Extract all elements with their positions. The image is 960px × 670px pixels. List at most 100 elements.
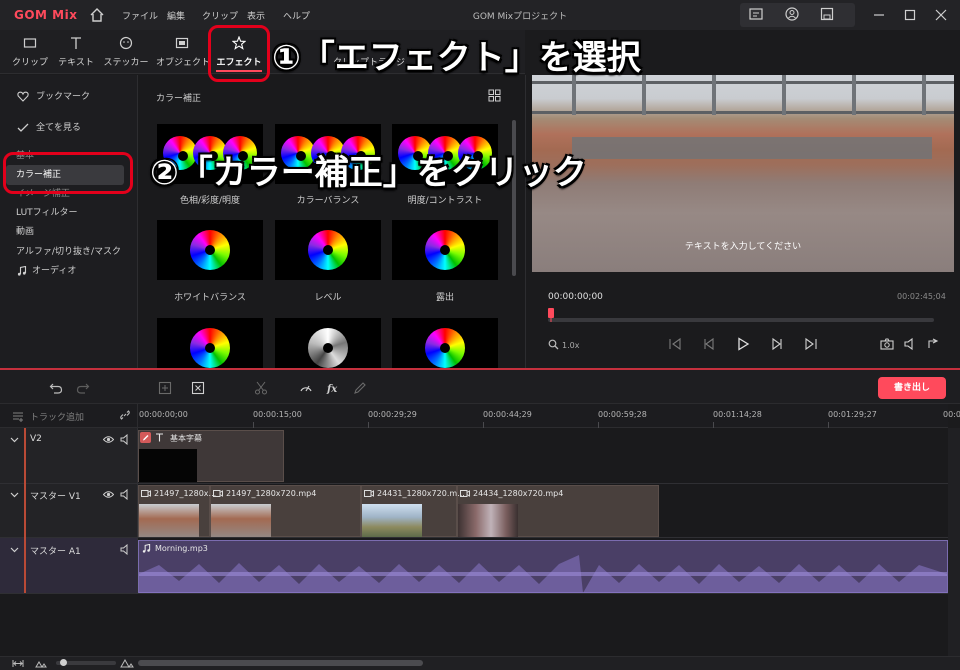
timeline-playhead[interactable]: [24, 428, 26, 593]
category-bookmark[interactable]: ブックマーク: [0, 87, 138, 107]
effect-caption: ホワイトバランス: [174, 293, 246, 303]
ruler-tick: 00:00:44;29: [483, 410, 532, 419]
speed-icon[interactable]: [299, 381, 313, 395]
color-wheel-icon: [190, 230, 230, 270]
grid-title: カラー補正: [156, 94, 202, 104]
effect-thumbnail[interactable]: [275, 318, 381, 368]
tab-sticker[interactable]: ステッカー: [100, 30, 152, 74]
add-track-label[interactable]: トラック追加: [30, 410, 84, 423]
undo-icon[interactable]: [49, 381, 63, 395]
timeline-vscrollbar[interactable]: [948, 428, 960, 656]
ruler-tick: 00:00:00;00: [139, 410, 188, 419]
effect-caption: レベル: [314, 293, 342, 303]
text-icon: [156, 433, 163, 442]
edit-pen-icon[interactable]: [140, 432, 151, 443]
seek-bar[interactable]: [548, 318, 934, 322]
preview-overlay-text[interactable]: テキストを入力してください: [532, 239, 954, 252]
export-button[interactable]: 書き出し: [878, 377, 946, 399]
skip-to-end-icon[interactable]: [804, 337, 818, 351]
pen-icon[interactable]: [353, 381, 367, 395]
chevron-down-icon[interactable]: [9, 489, 20, 500]
tab-label: テキスト: [58, 58, 94, 68]
maximize-icon[interactable]: [903, 8, 917, 22]
effect-thumbnail-white-balance[interactable]: [157, 220, 263, 280]
category-lut-filter[interactable]: LUTフィルター: [0, 203, 138, 223]
add-clip-icon[interactable]: [158, 381, 172, 395]
zoom-in-mountain-icon[interactable]: [120, 658, 134, 668]
effect-caption: 露出: [435, 293, 454, 303]
ruler-tick: 00:01:44;27: [943, 410, 960, 419]
current-timecode: 00:00:00;00: [548, 292, 603, 302]
ruler-tick: 00:01:29;27: [828, 410, 877, 419]
account-icon[interactable]: [785, 7, 799, 21]
skip-to-start-icon[interactable]: [668, 337, 682, 351]
grayscale-wheel-icon: [308, 328, 348, 368]
effect-caption: カラーバランス: [296, 196, 360, 206]
category-alpha-mask[interactable]: アルファ/切り抜き/マスク: [0, 242, 138, 262]
link-icon[interactable]: [119, 409, 131, 421]
track-name: マスター V1: [30, 492, 81, 502]
object-icon: [175, 37, 189, 49]
railing: [532, 81, 954, 84]
popout-icon[interactable]: [926, 337, 940, 351]
timeline-hscrollbar[interactable]: [138, 660, 423, 666]
timeline-zoom-handle[interactable]: [60, 659, 67, 666]
eye-icon[interactable]: [103, 434, 114, 445]
svg-text:fx: fx: [326, 384, 338, 395]
ruler-tick: 00:00:29;29: [368, 410, 417, 419]
timeline-empty-area: [0, 594, 960, 656]
minimize-icon[interactable]: [872, 8, 886, 22]
category-audio[interactable]: オーディオ: [0, 261, 138, 281]
speaker-icon[interactable]: [120, 544, 131, 555]
effect-thumbnail-levels[interactable]: [275, 220, 381, 280]
audio-clip[interactable]: [138, 540, 948, 593]
close-icon[interactable]: [934, 8, 948, 22]
save-icon[interactable]: [820, 7, 834, 21]
tab-clip[interactable]: クリップ: [4, 30, 56, 74]
color-wheel-icon: [425, 328, 465, 368]
video-clip-icon: [460, 490, 470, 497]
camera-icon[interactable]: [880, 337, 894, 351]
delete-clip-icon[interactable]: [191, 381, 205, 395]
video-clip-icon: [213, 490, 223, 497]
play-icon[interactable]: [736, 337, 750, 351]
next-frame-icon[interactable]: [770, 337, 784, 351]
zoom-icon[interactable]: [548, 339, 559, 350]
subtitle-icon[interactable]: [749, 7, 763, 21]
volume-icon[interactable]: [903, 337, 917, 351]
clip-thumbnail: [139, 449, 197, 482]
tab-object[interactable]: オブジェクト: [156, 30, 210, 74]
redo-icon[interactable]: [76, 381, 90, 395]
fx-icon[interactable]: fx: [326, 381, 340, 395]
instruction-step-2: ②「カラー補正」をクリック: [150, 153, 587, 193]
tab-text[interactable]: テキスト: [50, 30, 102, 74]
speaker-icon[interactable]: [120, 489, 131, 500]
cut-icon[interactable]: [254, 381, 268, 395]
eye-icon[interactable]: [103, 489, 114, 500]
railing-post: [572, 75, 576, 115]
zoom-level[interactable]: 1.0x: [562, 341, 579, 350]
effect-thumbnail-exposure[interactable]: [392, 220, 498, 280]
clip-thumbnail: [139, 504, 199, 537]
effect-thumbnail[interactable]: [157, 318, 263, 368]
ruler-tick: 00:00:59;28: [598, 410, 647, 419]
grid-view-icon[interactable]: [488, 89, 501, 102]
category-view-all[interactable]: 全てを見る: [0, 118, 138, 138]
ruler-tick: 00:01:14;28: [713, 410, 762, 419]
chevron-down-icon[interactable]: [9, 544, 20, 555]
color-wheel-icon: [308, 230, 348, 270]
effect-thumbnail[interactable]: [392, 318, 498, 368]
tab-label: ステッカー: [103, 58, 149, 68]
chevron-down-icon[interactable]: [9, 434, 20, 445]
previous-frame-icon[interactable]: [702, 337, 716, 351]
color-wheel-icon: [190, 328, 230, 368]
zoom-out-mountain-icon[interactable]: [35, 659, 47, 668]
speaker-icon[interactable]: [120, 434, 131, 445]
effect-caption: 色相/彩度/明度: [179, 196, 241, 206]
seek-handle[interactable]: [548, 308, 554, 322]
category-video[interactable]: 動画: [0, 222, 138, 242]
railing-post: [922, 75, 926, 115]
fit-width-icon[interactable]: [12, 659, 24, 668]
grid-scrollbar[interactable]: [512, 120, 516, 276]
add-track-icon[interactable]: [12, 410, 24, 422]
